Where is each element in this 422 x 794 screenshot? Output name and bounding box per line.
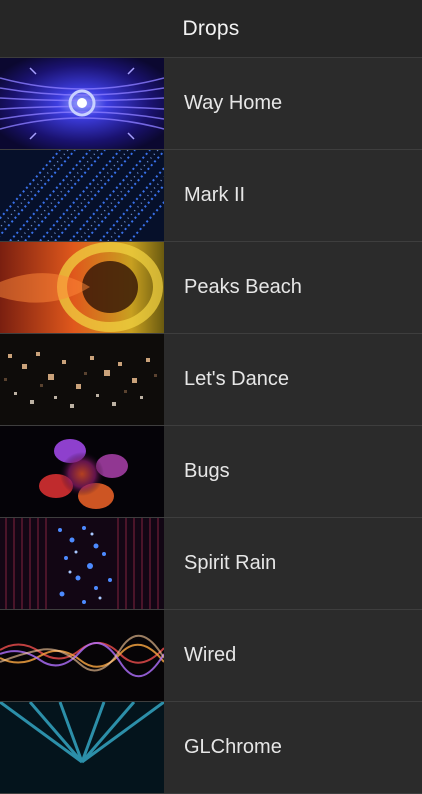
list-item-glchrome[interactable]: GLChrome	[0, 702, 422, 794]
mark-ii-thumbnail	[0, 150, 164, 241]
glchrome-thumbnail	[0, 702, 164, 793]
list-item-label: Peaks Beach	[184, 276, 302, 298]
peaks-beach-thumbnail	[0, 242, 164, 333]
list-item-mark-ii[interactable]: Mark II	[0, 150, 422, 242]
list-item-label: GLChrome	[184, 736, 282, 758]
page-title: Drops	[182, 16, 240, 40]
list-item-label: Mark II	[184, 184, 246, 206]
list-item-way-home[interactable]: Way Home	[0, 58, 422, 150]
list-item-spirit-rain[interactable]: Spirit Rain	[0, 518, 422, 610]
list-item-bugs[interactable]: Bugs	[0, 426, 422, 518]
list-item-lets-dance[interactable]: Let's Dance	[0, 334, 422, 426]
bugs-thumbnail	[0, 426, 164, 517]
spirit-rain-thumbnail	[0, 518, 164, 609]
list-item-peaks-beach[interactable]: Peaks Beach	[0, 242, 422, 334]
nav-bar: Drops	[0, 0, 422, 58]
wired-thumbnail	[0, 610, 164, 701]
list-item-label: Bugs	[184, 460, 230, 482]
lets-dance-thumbnail	[0, 334, 164, 425]
list-item-label: Wired	[184, 644, 237, 666]
drops-list: Way Home Mark II Peaks Beach Let's Dance…	[0, 58, 422, 794]
list-item-label: Spirit Rain	[184, 552, 277, 574]
list-item-label: Way Home	[184, 92, 283, 114]
list-item-wired[interactable]: Wired	[0, 610, 422, 702]
list-item-label: Let's Dance	[184, 368, 289, 390]
way-home-thumbnail	[0, 58, 164, 149]
